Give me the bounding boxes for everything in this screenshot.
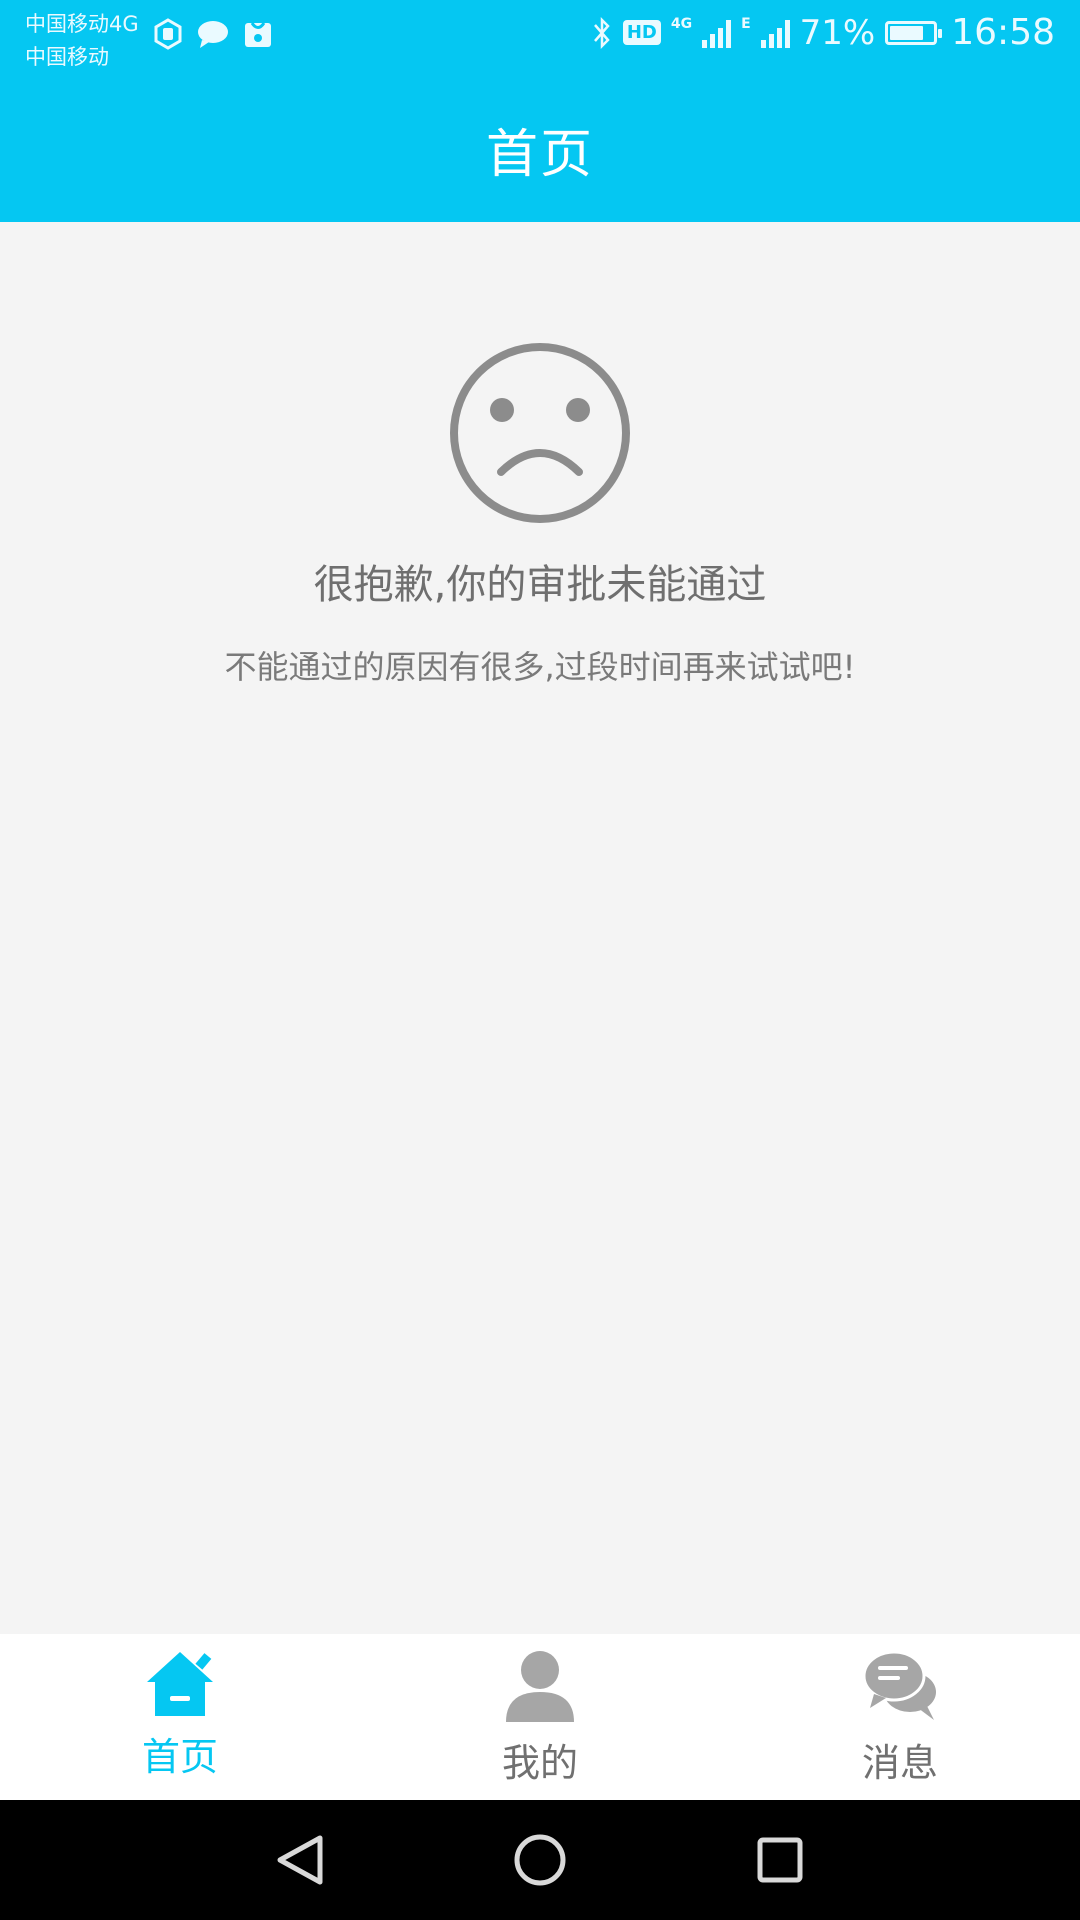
sad-face-icon xyxy=(450,343,630,523)
carrier-info: 中国移动4G 中国移动 xyxy=(25,8,139,74)
signal-e-icon xyxy=(760,18,790,48)
rejection-message: 不能通过的原因有很多,过段时间再来试试吧! xyxy=(224,648,856,686)
main-content: 很抱歉,你的审批未能通过 不能通过的原因有很多,过段时间再来试试吧! xyxy=(0,222,1080,1634)
system-nav-bar xyxy=(0,1800,1080,1920)
chat-icon xyxy=(862,1650,936,1720)
network-e-label: E xyxy=(741,16,751,32)
battery-icon xyxy=(885,20,943,45)
hd-icon: HD xyxy=(622,20,661,45)
huawei-store-icon xyxy=(245,22,271,47)
battery-fill xyxy=(890,25,923,40)
app-root: 中国移动4G 中国移动 HD 4G E 71% 16:58 首页 很抱歉,你的审… xyxy=(0,0,1080,1920)
tab-messages[interactable]: 消息 xyxy=(720,1634,1080,1800)
battery-percent: 71% xyxy=(799,12,876,53)
tab-mine[interactable]: 我的 xyxy=(360,1634,720,1800)
notification-icons xyxy=(152,18,274,50)
signal-4g-icon xyxy=(702,18,732,48)
clock: 16:58 xyxy=(951,12,1055,53)
bottom-tab-bar: 首页 我的 消息 xyxy=(0,1634,1080,1800)
recents-icon[interactable] xyxy=(720,1800,840,1920)
app-hex-icon xyxy=(154,18,182,50)
home-icon xyxy=(147,1652,213,1716)
tab-messages-label: 消息 xyxy=(861,1741,938,1785)
tab-home[interactable]: 首页 xyxy=(0,1634,360,1800)
carrier-secondary: 中国移动 xyxy=(25,45,109,69)
carrier-primary: 中国移动4G xyxy=(25,12,139,36)
chat-bubble-icon xyxy=(198,21,228,48)
person-icon xyxy=(506,1651,574,1722)
rejection-headline: 很抱歉,你的审批未能通过 xyxy=(313,562,767,608)
tab-mine-label: 我的 xyxy=(501,1741,578,1785)
page-title: 首页 xyxy=(485,125,594,185)
network-4g-label: 4G xyxy=(670,16,693,32)
tab-home-label: 首页 xyxy=(141,1735,218,1779)
status-right: HD 4G E 71% 16:58 xyxy=(591,12,1055,53)
bluetooth-icon xyxy=(593,16,610,49)
header-bar: 中国移动4G 中国移动 HD 4G E 71% 16:58 首页 xyxy=(0,0,1080,222)
back-icon[interactable] xyxy=(240,1800,360,1920)
home-circle-icon[interactable] xyxy=(480,1800,600,1920)
